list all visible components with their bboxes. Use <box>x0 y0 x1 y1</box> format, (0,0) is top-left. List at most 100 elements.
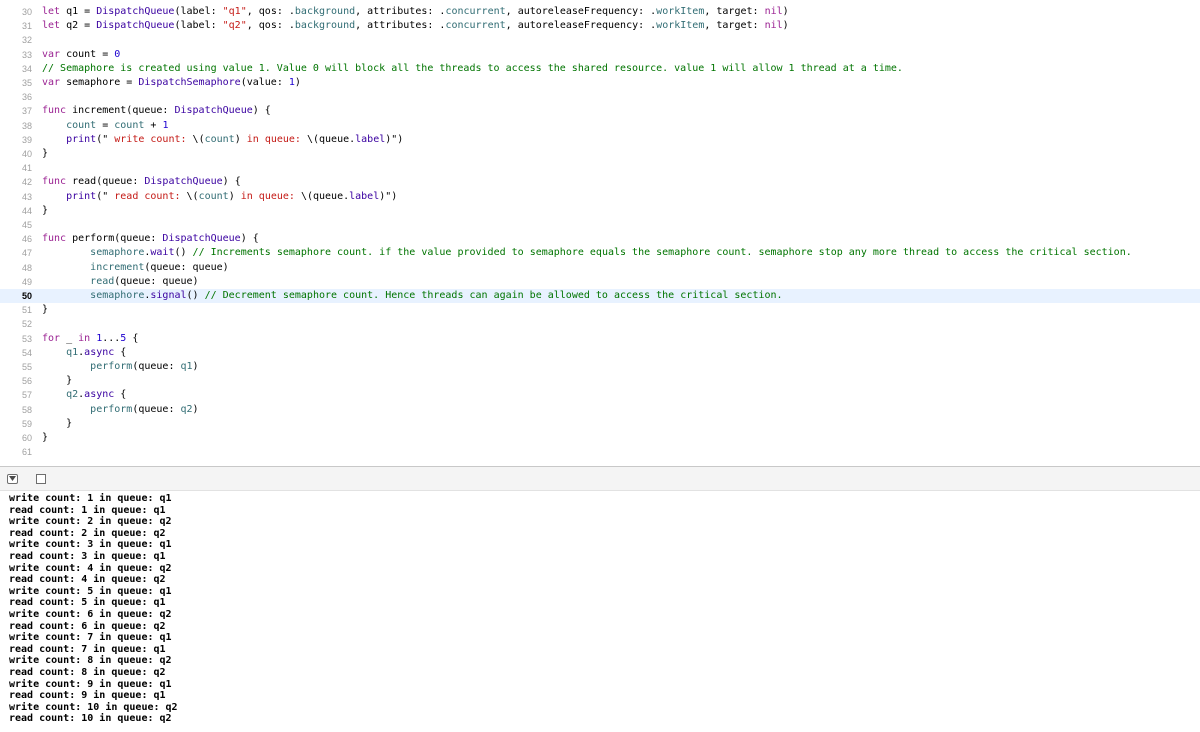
code-token: // Semaphore is created using value 1. V… <box>42 62 903 74</box>
source-editor[interactable]: 30 let q1 = DispatchQueue(label: "q1", qo… <box>0 0 1200 466</box>
code-token: \( <box>186 190 199 202</box>
code-line[interactable]: 50 semaphore.signal() // Decrement semap… <box>0 289 1200 303</box>
code-line[interactable]: 51} <box>0 303 1200 317</box>
code-text: } <box>42 147 48 161</box>
code-token: () <box>174 247 193 259</box>
line-number: 43 <box>21 191 32 202</box>
code-token: 1 <box>162 119 169 131</box>
code-line[interactable]: 41 <box>0 161 1200 175</box>
console-line: read count: 4 in queue: q2 <box>9 574 166 586</box>
hide-debug-area-button[interactable] <box>7 474 18 484</box>
console-line: read count: 5 in queue: q1 <box>9 597 166 609</box>
line-number: 58 <box>21 404 32 415</box>
code-line[interactable]: 58 perform(queue: q2) <box>0 403 1200 417</box>
code-token: } <box>42 432 49 443</box>
code-text: semaphore.wait() // Increments semaphore… <box>42 246 1132 260</box>
console-line: read count: 2 in queue: q2 <box>9 527 166 539</box>
line-number: 55 <box>21 362 32 372</box>
console-output[interactable]: write count: 1 in queue: q1 read count: 1… <box>0 491 1200 732</box>
code-line[interactable]: 44} <box>0 204 1200 218</box>
console-line: write count: 1 in queue: q1 <box>9 493 172 504</box>
code-token: q2 <box>180 403 193 415</box>
code-line[interactable]: 45 <box>0 218 1200 232</box>
code-token: (queue: queue) <box>114 275 199 287</box>
code-token: func <box>42 233 67 245</box>
code-token: 0 <box>114 48 121 60</box>
code-text: perform(queue: q1) <box>42 360 198 374</box>
console-line: read count: 6 in queue: q2 <box>9 620 166 632</box>
code-line[interactable]: 31 let q2 = DispatchQueue(label: "q2", qo… <box>0 19 1200 33</box>
code-token: ) { <box>240 233 259 245</box>
code-token: (queue: <box>132 361 181 372</box>
code-line[interactable]: 36 <box>0 90 1200 104</box>
code-line[interactable]: 47 semaphore.wait() // Increments semaph… <box>0 246 1200 260</box>
code-line[interactable]: 52 <box>0 317 1200 331</box>
code-token: in queue: <box>234 190 301 202</box>
line-number: 44 <box>21 205 32 216</box>
code-line[interactable]: 43 print(" read count: \(count) in queue… <box>0 190 1200 204</box>
code-token: print <box>66 190 97 202</box>
code-line[interactable]: 56 } <box>0 374 1200 388</box>
line-number: 36 <box>21 92 32 103</box>
code-line[interactable]: 37 func increment(queue: DispatchQueue) { <box>0 104 1200 118</box>
line-number: 47 <box>21 248 32 259</box>
code-line[interactable]: 55 perform(queue: q1) <box>0 360 1200 374</box>
code-line[interactable]: 40} <box>0 147 1200 161</box>
code-token: { <box>126 332 139 344</box>
console-line: read count: 1 in queue: q1 <box>9 504 166 516</box>
code-token: concurrent <box>445 20 506 32</box>
code-line[interactable]: 32 <box>0 33 1200 47</box>
line-number: 52 <box>21 319 32 330</box>
code-text: q2.async { <box>42 388 126 402</box>
code-text: var semaphore = DispatchSemaphore(value:… <box>42 76 301 90</box>
code-line[interactable]: 46 func perform(queue: DispatchQueue) { <box>0 232 1200 246</box>
code-token: increment(queue: <box>66 105 175 117</box>
code-token: let <box>42 6 61 17</box>
code-text: print(" read count: \(count) in queue: \… <box>42 190 397 204</box>
code-line[interactable]: 48 increment(queue: queue) <box>0 261 1200 275</box>
code-token: let <box>42 20 61 32</box>
code-text: func perform(queue: DispatchQueue) { <box>42 232 259 246</box>
code-text: perform(queue: q2) <box>42 403 198 417</box>
code-token: perform <box>90 403 133 415</box>
console-toggle-button[interactable] <box>36 474 46 484</box>
code-token: \(queue. <box>306 133 356 145</box>
code-token: "q2" <box>222 20 247 32</box>
code-token: + <box>144 119 163 131</box>
code-line[interactable]: 39 print(" write count: \(count) in queu… <box>0 133 1200 147</box>
code-token: read count: <box>108 190 187 202</box>
code-token: write count: <box>108 133 193 145</box>
code-line[interactable]: 42 func read(queue: DispatchQueue) { <box>0 175 1200 189</box>
code-token: q2 <box>66 389 79 401</box>
code-line[interactable]: 61 <box>0 445 1200 459</box>
code-token: count = <box>60 48 115 60</box>
line-number: 53 <box>21 333 32 344</box>
code-token: ) { <box>222 176 241 188</box>
code-token: (queue: queue) <box>144 261 229 273</box>
code-line[interactable]: 35 var semaphore = DispatchSemaphore(valu… <box>0 76 1200 90</box>
code-token: // Increments semaphore count. if the va… <box>192 247 1132 259</box>
code-token: DispatchQueue <box>174 105 253 117</box>
line-number: 56 <box>21 376 32 387</box>
code-token: } <box>42 204 49 216</box>
code-token: q1 <box>66 346 79 358</box>
line-number: 40 <box>21 149 32 159</box>
code-line[interactable]: 33 var count = 0 <box>0 48 1200 62</box>
code-token: read(queue: <box>66 176 145 188</box>
code-line[interactable]: 38 count = count + 1 <box>0 119 1200 133</box>
line-number: 38 <box>21 120 32 131</box>
line-number: 51 <box>21 305 32 316</box>
code-line[interactable]: 57 q2.async { <box>0 388 1200 402</box>
code-line[interactable]: 54 q1.async { <box>0 346 1200 360</box>
code-line[interactable]: 30 let q1 = DispatchQueue(label: "q1", qo… <box>0 5 1200 19</box>
code-line[interactable]: 49 read(queue: queue) <box>0 275 1200 289</box>
code-line[interactable]: 34 // Semaphore is created using value 1.… <box>0 62 1200 76</box>
console-line: read count: 8 in queue: q2 <box>9 666 166 678</box>
code-line[interactable]: 53 for _ in 1...5 { <box>0 332 1200 346</box>
code-line[interactable]: 59 } <box>0 417 1200 431</box>
console-lines: write count: 1 in queue: q1 read count: 1… <box>9 493 178 725</box>
code-line[interactable]: 60} <box>0 431 1200 445</box>
line-number: 32 <box>21 35 32 46</box>
